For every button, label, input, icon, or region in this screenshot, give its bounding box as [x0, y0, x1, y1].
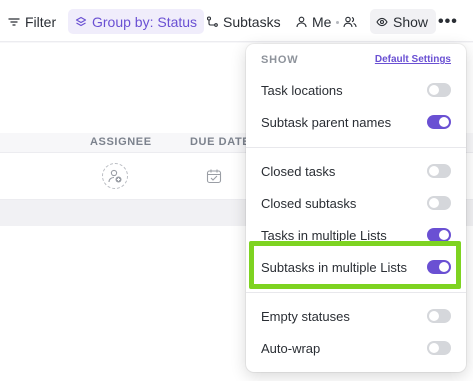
assignees-button[interactable]: [343, 9, 362, 34]
toolbar-separator: [336, 21, 339, 24]
view-toolbar: Filter Group by: Status Subtasks Me Show…: [0, 0, 473, 42]
group-by-label: Group by: Status: [92, 13, 198, 30]
closed-tasks-toggle[interactable]: [427, 164, 451, 178]
auto-wrap-toggle[interactable]: [427, 341, 451, 355]
option-closed-subtasks[interactable]: Closed subtasks: [246, 191, 466, 215]
panel-title: SHOW: [261, 54, 299, 66]
filter-label: Filter: [25, 13, 57, 30]
option-label: Closed tasks: [261, 163, 336, 179]
more-options-icon[interactable]: •••: [438, 9, 458, 34]
option-closed-tasks[interactable]: Closed tasks: [246, 159, 466, 183]
filter-button[interactable]: Filter: [8, 9, 56, 34]
me-filter-button[interactable]: Me: [296, 9, 331, 34]
layers-icon: [75, 16, 87, 28]
option-label: Subtask parent names: [261, 114, 392, 130]
add-assignee-icon[interactable]: [102, 163, 128, 189]
subtasks-button[interactable]: Subtasks: [206, 9, 281, 34]
option-label: Empty statuses: [261, 308, 350, 324]
user-icon: [296, 16, 307, 28]
panel-divider: [246, 147, 466, 148]
show-button[interactable]: Show: [370, 9, 437, 34]
show-options-panel: SHOW Default Settings Task locations Sub…: [246, 44, 466, 372]
option-auto-wrap[interactable]: Auto-wrap: [246, 336, 466, 360]
show-label: Show: [393, 13, 429, 30]
subtask-icon: [206, 15, 218, 28]
group-by-button[interactable]: Group by: Status: [68, 9, 205, 34]
option-task-locations[interactable]: Task locations: [246, 78, 466, 102]
option-label: Auto-wrap: [261, 340, 321, 356]
me-label: Me: [312, 13, 332, 30]
subtask-parent-names-toggle[interactable]: [427, 115, 451, 129]
option-label: Task locations: [261, 82, 343, 98]
filter-icon: [8, 16, 20, 28]
tasks-in-multiple-lists-toggle[interactable]: [427, 228, 451, 242]
option-subtask-parent-names[interactable]: Subtask parent names: [246, 110, 466, 134]
column-header-assignee: ASSIGNEE: [90, 136, 152, 148]
option-label: Closed subtasks: [261, 195, 357, 211]
eye-icon: [376, 17, 388, 27]
highlight-box: [249, 241, 461, 289]
empty-statuses-toggle[interactable]: [427, 309, 451, 323]
panel-divider: [246, 292, 466, 293]
option-empty-statuses[interactable]: Empty statuses: [246, 304, 466, 328]
subtasks-label: Subtasks: [223, 13, 281, 30]
people-icon: [343, 16, 357, 28]
default-settings-link[interactable]: Default Settings: [375, 54, 451, 65]
calendar-icon[interactable]: [206, 168, 222, 189]
task-locations-toggle[interactable]: [427, 83, 451, 97]
column-header-due-date: DUE DATE: [190, 136, 251, 148]
closed-subtasks-toggle[interactable]: [427, 196, 451, 210]
